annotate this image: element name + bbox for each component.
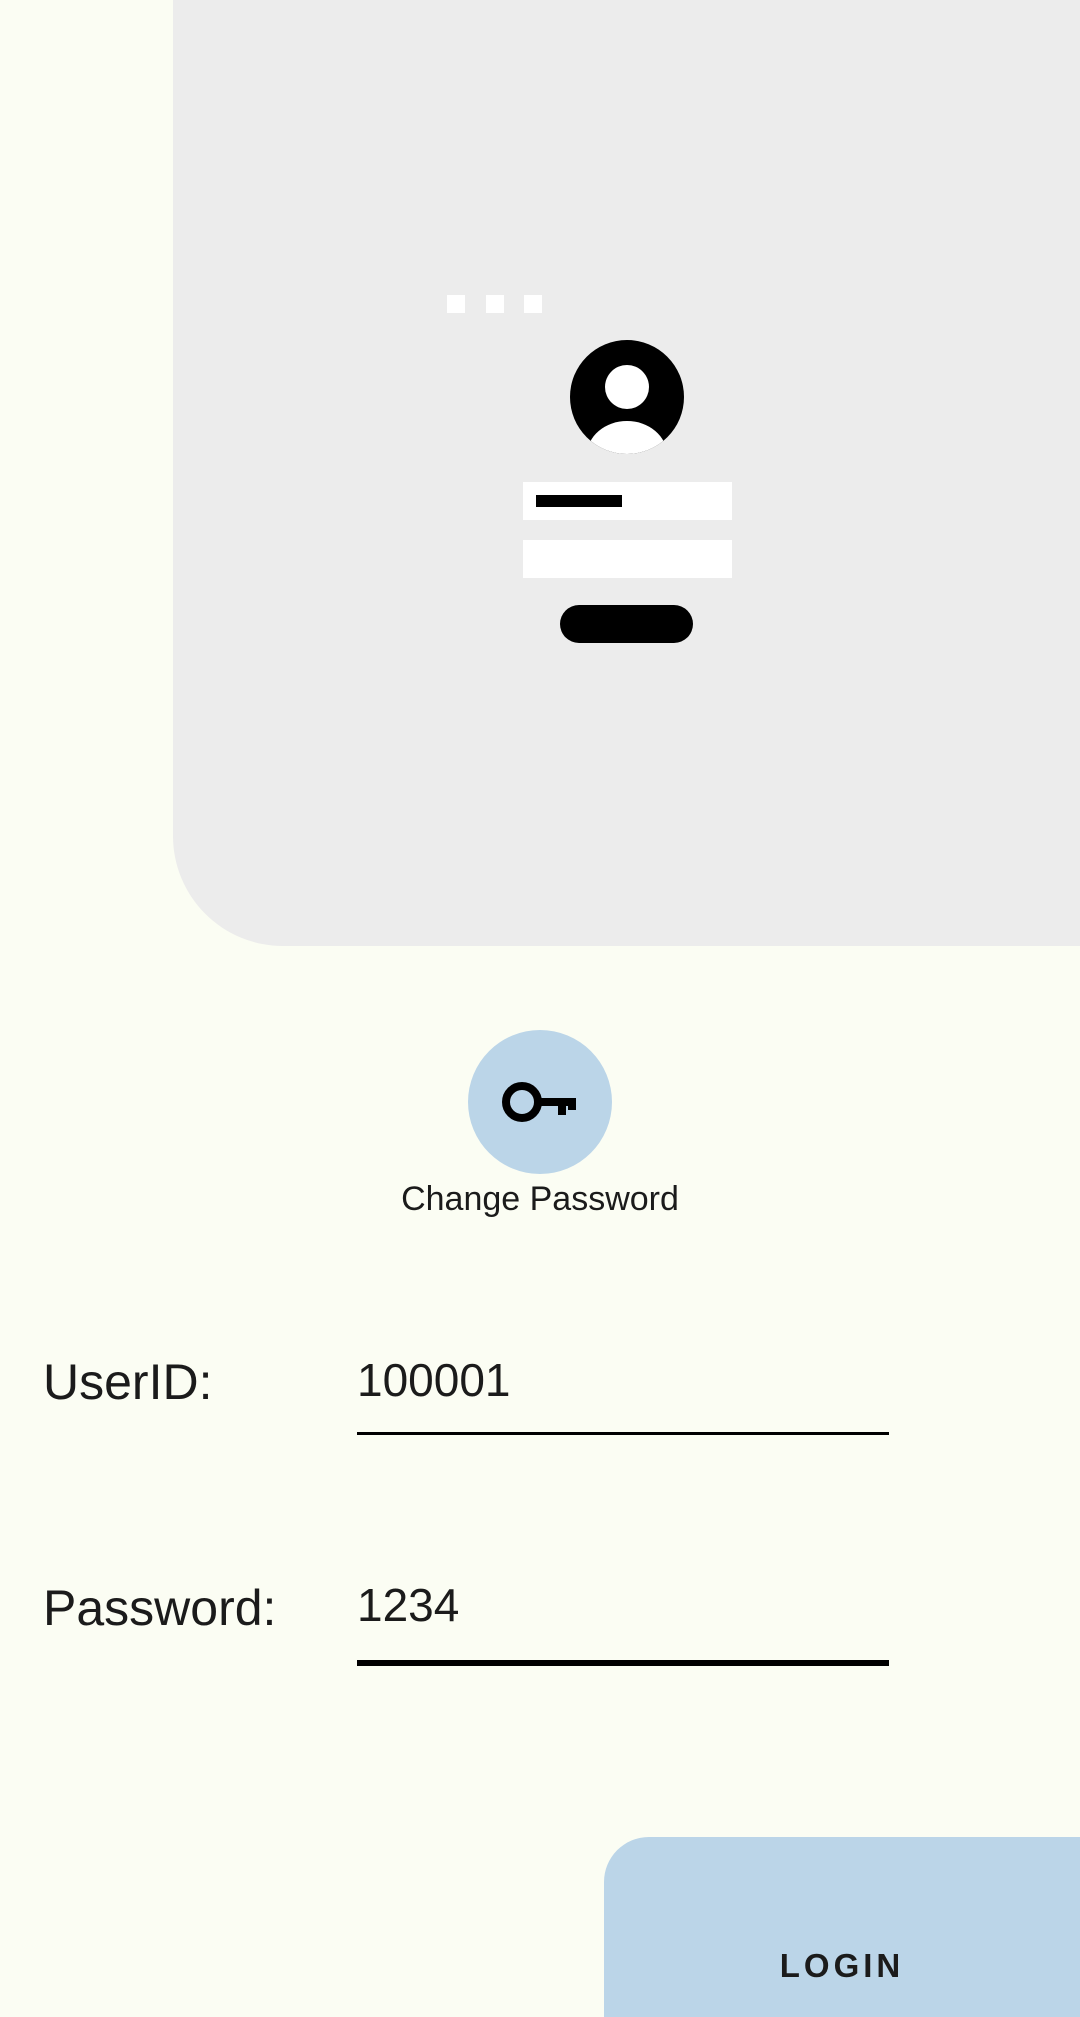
login-illustration	[173, 0, 1080, 946]
loading-dots-icon	[447, 295, 547, 313]
password-underline	[357, 1660, 889, 1666]
account-circle-icon	[570, 340, 684, 454]
illustration-field	[523, 482, 732, 520]
key-icon	[502, 1082, 576, 1122]
illustration-field	[523, 540, 732, 578]
illustration-button	[560, 605, 693, 643]
password-input[interactable]	[357, 1575, 889, 1635]
userid-input[interactable]	[357, 1350, 889, 1410]
userid-underline	[357, 1432, 889, 1435]
change-password-label[interactable]: Change Password	[340, 1178, 740, 1220]
password-label: Password:	[43, 1580, 277, 1636]
login-button[interactable]: LOGIN	[604, 1837, 1080, 2017]
change-password-button[interactable]	[468, 1030, 612, 1174]
userid-label: UserID:	[43, 1354, 213, 1410]
login-button-label: LOGIN	[779, 1947, 905, 1984]
